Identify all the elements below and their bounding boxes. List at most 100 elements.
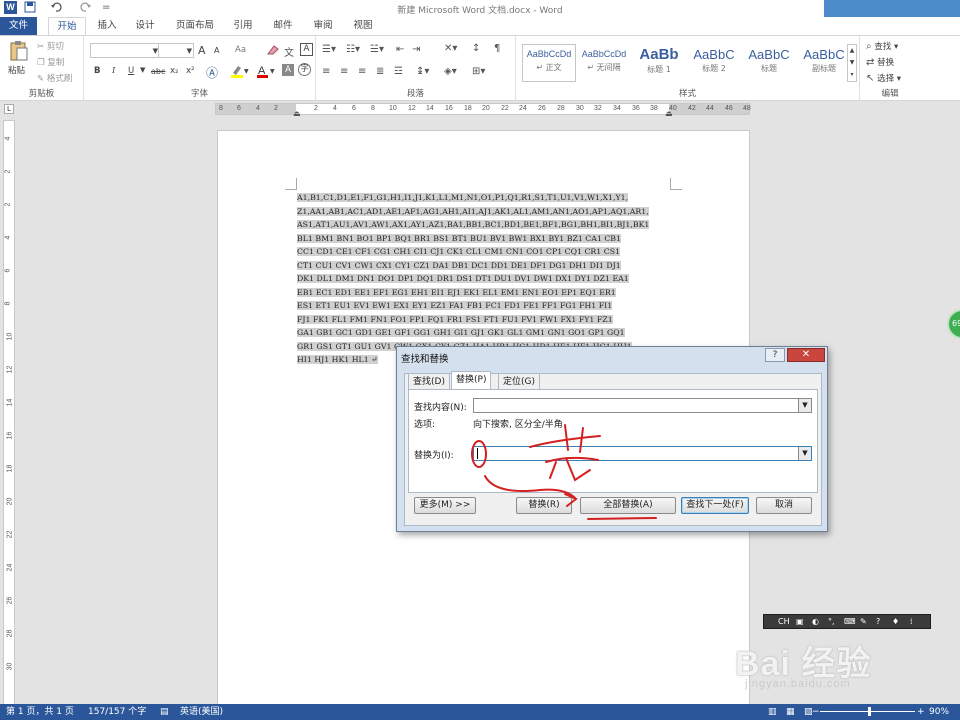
tab-file[interactable]: 文件 bbox=[0, 17, 37, 35]
ime-keyboard-icon[interactable]: ⌨ bbox=[844, 615, 856, 628]
grow-font-button[interactable]: A bbox=[198, 44, 206, 57]
ime-halfwidth-icon[interactable]: ◐ bbox=[812, 615, 819, 628]
document-line[interactable]: Z1,AA1,AB1,AC1,AD1,AE1,AF1,AG1,AH1,AI1,A… bbox=[297, 205, 669, 219]
justify-icon[interactable]: ≣ bbox=[376, 66, 384, 77]
copy-button[interactable]: ❐ 复制 bbox=[37, 56, 64, 68]
read-mode-icon[interactable]: ▥ bbox=[768, 704, 777, 720]
chinese-layout-icon[interactable]: ✕▾ bbox=[444, 43, 457, 54]
increase-indent-icon[interactable]: ⇥ bbox=[412, 44, 420, 55]
tab-layout[interactable]: 页面布局 bbox=[170, 17, 220, 35]
find-history-dropdown-icon[interactable]: ▼ bbox=[798, 399, 811, 412]
font-size-combo[interactable]: ▼ bbox=[158, 43, 194, 58]
replace-button[interactable]: ⇄ 替换 bbox=[866, 56, 894, 68]
find-button[interactable]: ⌕ 查找 ▾ bbox=[866, 40, 898, 52]
style-no-spacing[interactable]: AaBbCcDd ↵ 无间隔 bbox=[577, 44, 631, 82]
tab-home[interactable]: 开始 bbox=[48, 17, 86, 36]
zoom-in-button[interactable]: + bbox=[917, 704, 925, 720]
underline-button[interactable]: U bbox=[128, 66, 134, 76]
sort-icon[interactable]: ↕ bbox=[472, 43, 480, 54]
multilevel-list-icon[interactable]: ☱▾ bbox=[370, 44, 384, 55]
select-button[interactable]: ↖ 选择 ▾ bbox=[866, 72, 901, 84]
tab-goto[interactable]: 定位(G) bbox=[498, 373, 540, 390]
document-body[interactable]: A1,B1,C1,D1,E1,F1,G1,H1,I1,J1,K1,L1,M1,N… bbox=[297, 191, 669, 367]
superscript-button[interactable]: x² bbox=[186, 66, 194, 76]
style-heading-2[interactable]: AaBbC 标题 2 bbox=[687, 44, 741, 82]
cut-button[interactable]: ✂ 剪切 bbox=[37, 40, 64, 52]
style-normal[interactable]: AaBbCcDd ↵ 正文 bbox=[522, 44, 576, 82]
style-subtitle[interactable]: AaBbC 副标题 bbox=[797, 44, 851, 82]
align-left-icon[interactable]: ≡ bbox=[322, 66, 330, 77]
tab-mailings[interactable]: 邮件 bbox=[268, 17, 298, 35]
char-border-icon[interactable]: A bbox=[300, 43, 313, 56]
format-painter-button[interactable]: ✎ 格式刷 bbox=[37, 72, 72, 84]
char-shading-icon[interactable]: A bbox=[282, 64, 294, 76]
replace-with-input[interactable]: ▼ bbox=[473, 446, 812, 461]
ime-mic-icon[interactable]: ♦ bbox=[892, 615, 899, 628]
more-button[interactable]: 更多(M) >> bbox=[414, 497, 476, 514]
document-line[interactable]: ES1 ET1 EU1 EV1 EW1 EX1 EY1 EZ1 FA1 FB1 … bbox=[297, 299, 669, 313]
text-effects-icon[interactable]: Ⓐ bbox=[206, 64, 218, 81]
page-count[interactable]: 第 1 页，共 1 页 bbox=[6, 704, 74, 720]
bullets-icon[interactable]: ☰▾ bbox=[322, 44, 336, 55]
document-line[interactable]: A1,B1,C1,D1,E1,F1,G1,H1,I1,J1,K1,L1,M1,N… bbox=[297, 191, 669, 205]
print-layout-icon[interactable]: ▦ bbox=[786, 704, 795, 720]
document-line[interactable]: FJ1 FK1 FL1 FM1 FN1 FO1 FP1 FQ1 FR1 FS1 … bbox=[297, 313, 669, 327]
style-title[interactable]: AaBbC 标题 bbox=[742, 44, 796, 82]
document-line[interactable]: BL1 BM1 BN1 BO1 BP1 BQ1 BR1 BS1 BT1 BU1 … bbox=[297, 232, 669, 246]
numbering-icon[interactable]: ☷▾ bbox=[346, 44, 360, 55]
document-line[interactable]: DK1 DL1 DM1 DN1 DO1 DP1 DQ1 DR1 DS1 DT1 … bbox=[297, 272, 669, 286]
tab-replace[interactable]: 替换(P) bbox=[451, 371, 492, 390]
paste-icon[interactable] bbox=[8, 40, 28, 65]
ime-help-icon[interactable]: ? bbox=[876, 615, 880, 628]
ime-punct-icon[interactable]: °, bbox=[828, 615, 835, 628]
vertical-ruler[interactable]: 4 2 2 4 6 8 10 12 14 16 18 20 22 24 26 28 30 bbox=[3, 120, 15, 705]
highlight-color-icon[interactable]: ▼ bbox=[230, 64, 250, 81]
bold-button[interactable]: B bbox=[94, 66, 100, 76]
dialog-close-button[interactable]: ✕ bbox=[787, 348, 825, 362]
subscript-button[interactable]: x₂ bbox=[170, 66, 178, 76]
clear-format-icon[interactable] bbox=[266, 44, 280, 59]
word-count[interactable]: 157/157 个字 bbox=[88, 704, 146, 720]
find-what-input[interactable]: ▼ bbox=[473, 398, 812, 413]
document-line[interactable]: GA1 GB1 GC1 GD1 GE1 GF1 GG1 GH1 GI1 GJ1 … bbox=[297, 326, 669, 340]
tab-design[interactable]: 设计 bbox=[130, 17, 160, 35]
replace-all-button[interactable]: 全部替换(A) bbox=[580, 497, 676, 514]
replace-one-button[interactable]: 替换(R) bbox=[516, 497, 572, 514]
change-case-button[interactable]: Aa bbox=[235, 45, 246, 55]
italic-button[interactable]: I bbox=[112, 66, 115, 76]
borders-icon[interactable]: ⊞▾ bbox=[472, 66, 485, 77]
ime-tools-icon[interactable]: ✎ bbox=[860, 615, 867, 628]
tab-selector-icon[interactable]: L bbox=[4, 104, 14, 114]
horizontal-ruler[interactable]: 8 6 4 2 2 4 6 8 10 12 14 16 18 20 22 24 26 28 30 32 34 36 38 40… bbox=[215, 103, 751, 118]
zoom-slider-thumb[interactable] bbox=[868, 707, 871, 716]
zoom-level[interactable]: 90% bbox=[929, 704, 949, 720]
tab-review[interactable]: 审阅 bbox=[308, 17, 338, 35]
shrink-font-button[interactable]: A bbox=[214, 46, 219, 55]
strikethrough-button[interactable]: abc bbox=[151, 67, 165, 76]
shading-icon[interactable]: ◈▾ bbox=[444, 66, 457, 77]
tab-find[interactable]: 查找(D) bbox=[408, 373, 450, 390]
line-spacing-icon[interactable]: ↨▾ bbox=[416, 66, 429, 77]
document-line[interactable]: EB1 EC1 ED1 EE1 EF1 EG1 EH1 EI1 EJ1 EK1 … bbox=[297, 286, 669, 300]
ime-menu-icon[interactable]: ⁞ bbox=[910, 615, 913, 628]
dialog-help-button[interactable]: ? bbox=[765, 348, 785, 362]
tab-view[interactable]: 视图 bbox=[348, 17, 378, 35]
tab-insert[interactable]: 插入 bbox=[92, 17, 122, 35]
document-line[interactable]: CT1 CU1 CV1 CW1 CX1 CY1 CZ1 DA1 DB1 DC1 … bbox=[297, 259, 669, 273]
distributed-icon[interactable]: ☲ bbox=[394, 66, 403, 77]
phonetic-guide-icon[interactable]: 文 bbox=[284, 44, 294, 59]
find-next-button[interactable]: 查找下一处(F) bbox=[681, 497, 749, 514]
ime-mode-icon[interactable]: ▣ bbox=[796, 615, 804, 628]
styles-scroll-icon[interactable]: ▲ ▼ ▾ bbox=[847, 44, 857, 82]
font-color-icon[interactable]: A ▼ bbox=[256, 64, 276, 81]
document-line[interactable]: CC1 CD1 CE1 CF1 CG1 CH1 CI1 CJ1 CK1 CL1 … bbox=[297, 245, 669, 259]
enclose-char-icon[interactable]: 字 bbox=[298, 63, 311, 76]
right-indent-marker-icon[interactable]: ⏏ bbox=[665, 109, 673, 118]
paste-button[interactable]: 粘贴 bbox=[8, 64, 25, 76]
proofing-icon[interactable]: ▤ bbox=[160, 704, 169, 720]
side-float-badge[interactable]: 69 bbox=[947, 309, 960, 339]
align-center-icon[interactable]: ≡ bbox=[340, 66, 348, 77]
align-right-icon[interactable]: ≡ bbox=[358, 66, 366, 77]
style-heading-1[interactable]: AaBb 标题 1 bbox=[632, 44, 686, 82]
document-line[interactable]: AS1,AT1,AU1,AV1,AW1,AX1,AY1,AZ1,BA1,BB1,… bbox=[297, 218, 669, 232]
